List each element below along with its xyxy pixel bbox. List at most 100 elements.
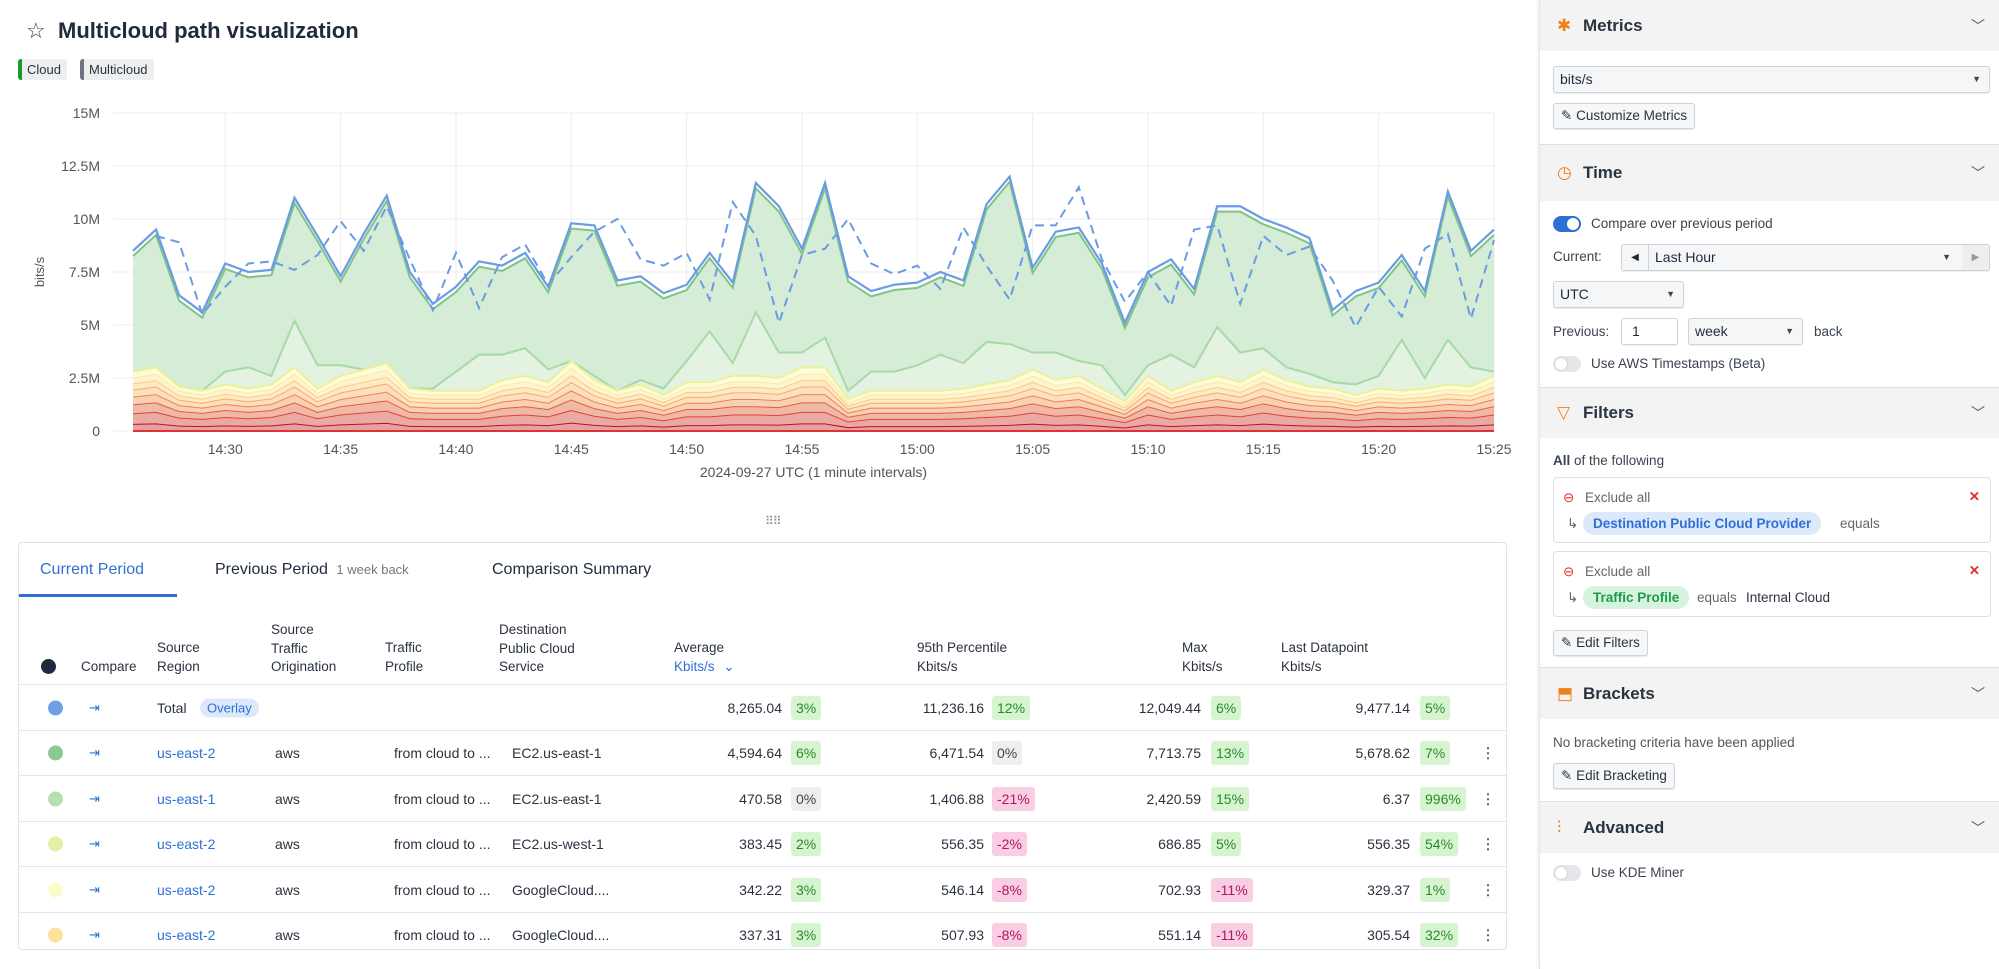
series-color-dot[interactable] (48, 882, 63, 897)
x-tick-label: 15:00 (900, 441, 935, 457)
nested-arrow-icon: ↳ (1567, 590, 1579, 605)
metric-select[interactable]: bits/s ▼ (1553, 66, 1990, 93)
overlay-pill[interactable]: Overlay (200, 698, 259, 717)
compare-icon[interactable]: ⇥ (89, 700, 100, 716)
aws-timestamps-label: Use AWS Timestamps (Beta) (1591, 356, 1766, 371)
previous-amount-input[interactable]: 1 (1621, 318, 1678, 345)
source-region-link[interactable]: us-east-2 (157, 836, 215, 852)
filter-item[interactable]: ⊖ Exclude all ✕ ↳ Destination Public Clo… (1553, 477, 1991, 543)
header-traffic-profile[interactable]: Traffic Profile (385, 639, 423, 676)
section-header-filters[interactable]: ▽ Filters ﹀ (1540, 387, 1999, 438)
header-source-traffic-origination[interactable]: Source Traffic Origination (271, 621, 336, 677)
customize-metrics-button[interactable]: ✎ Customize Metrics (1553, 103, 1696, 129)
current-range-select[interactable]: ◀ Last Hour ▼ ▶ (1621, 244, 1990, 271)
gear-icon: ✱ (1557, 15, 1572, 35)
section-header-metrics[interactable]: ✱ Metrics ﹀ (1540, 0, 1999, 51)
table-row[interactable]: ⇥ us-east-2 aws from cloud to ... GoogleC… (19, 866, 1506, 912)
series-color-dot[interactable] (48, 700, 63, 715)
aws-timestamps-toggle[interactable] (1553, 356, 1581, 372)
series-color-dot[interactable] (48, 791, 63, 806)
filter-field-pill: Destination Public Cloud Provider (1583, 512, 1822, 535)
next-range-arrow[interactable]: ▶ (1962, 245, 1989, 270)
source-region-link[interactable]: us-east-1 (157, 791, 215, 807)
table-row[interactable]: ⇥ us-east-2 aws from cloud to ... GoogleC… (19, 911, 1506, 950)
header-source-region[interactable]: Source Region (157, 639, 200, 676)
y-tick-label: 10M (73, 211, 100, 227)
row-menu-kebab-icon[interactable]: ⋮ (1481, 881, 1495, 898)
resize-handle[interactable]: ⠿⠿ (765, 514, 782, 528)
row-menu-kebab-icon[interactable]: ⋮ (1481, 927, 1495, 944)
total-label: Total (157, 699, 187, 716)
series-color-dot[interactable] (48, 836, 63, 852)
filter-field-pill: Traffic Profile (1583, 586, 1690, 609)
remove-filter-icon[interactable]: ✕ (1969, 489, 1980, 505)
source-region-link[interactable]: us-east-2 (157, 927, 215, 943)
tab-comparison-summary[interactable]: Comparison Summary (492, 561, 651, 579)
section-header-time[interactable]: ◷ Time ﹀ (1540, 144, 1999, 201)
header-destination-service[interactable]: Destination Public Cloud Service (499, 621, 575, 677)
table-row[interactable]: ⇥ us-east-2 aws from cloud to ... EC2.us-… (19, 729, 1506, 776)
kde-miner-toggle[interactable] (1553, 865, 1581, 881)
tag-multicloud[interactable]: Multicloud (80, 59, 154, 80)
header-max[interactable]: Max Kbits/s (1182, 639, 1223, 676)
avg-change-badge: 2% (791, 832, 822, 856)
tab-current-period[interactable]: Current Period (40, 561, 144, 579)
last-change-badge: 32% (1420, 923, 1459, 947)
tag-cloud[interactable]: Cloud (18, 59, 67, 80)
section-header-brackets[interactable]: ⬒ Brackets ﹀ (1540, 667, 1999, 719)
y-axis-label: bits/s (32, 256, 47, 287)
filter-item[interactable]: ⊖ Exclude all ✕ ↳ Traffic Profile equals… (1553, 551, 1991, 617)
brackets-empty-text: No bracketing criteria have been applied (1553, 735, 1795, 750)
compare-icon[interactable]: ⇥ (89, 791, 100, 807)
brackets-icon: ⬒ (1557, 683, 1574, 703)
last-value: 6.37 (1382, 790, 1410, 807)
table-row[interactable]: ⇥ us-east-2 aws from cloud to ... EC2.us-… (19, 820, 1506, 867)
p95-change-badge: 12% (992, 695, 1031, 720)
compare-icon[interactable]: ⇥ (89, 745, 100, 761)
x-tick-label: 14:55 (784, 441, 819, 457)
compare-previous-toggle[interactable] (1553, 216, 1581, 232)
tab-sublabel: 1 week back (336, 562, 409, 577)
edit-bracketing-button[interactable]: ✎ Edit Bracketing (1553, 763, 1675, 789)
compare-icon[interactable]: ⇥ (89, 882, 100, 898)
p95-value: 6,471.54 (929, 745, 985, 761)
max-change-badge: 13% (1211, 741, 1250, 765)
compare-icon[interactable]: ⇥ (89, 836, 100, 852)
previous-range-arrow[interactable]: ◀ (1622, 245, 1649, 270)
table-row[interactable]: ⇥ us-east-1 aws from cloud to ... EC2.us-… (19, 775, 1506, 821)
max-value: 702.93 (1158, 881, 1201, 898)
p95-value: 546.14 (941, 881, 984, 898)
previous-unit-select[interactable]: week ▼ (1688, 318, 1803, 345)
avg-change-badge: 3% (791, 877, 822, 902)
source-region-link[interactable]: us-east-2 (157, 745, 215, 761)
favorite-star-icon[interactable]: ☆ (26, 18, 46, 44)
edit-filters-button[interactable]: ✎ Edit Filters (1553, 630, 1648, 656)
p95-change-badge: -2% (992, 832, 1027, 856)
source-region-link[interactable]: us-east-2 (157, 882, 215, 898)
table-row-total[interactable]: ⇥ Total Overlay 8,265.04 3% 11,236.16 12% 12… (19, 684, 1506, 730)
series-color-dot[interactable] (48, 927, 63, 943)
y-tick-label: 2.5M (69, 370, 100, 386)
section-header-advanced[interactable]: ⫶ Advanced ﹀ (1540, 801, 1999, 853)
series-color-dot[interactable] (48, 745, 63, 761)
row-menu-kebab-icon[interactable]: ⋮ (1481, 790, 1495, 807)
header-average[interactable]: Average Kbits/s ⌄ (674, 639, 735, 676)
y-tick-label: 0 (92, 423, 100, 439)
tab-previous-period[interactable]: Previous Period 1 week back (215, 561, 409, 579)
chevron-down-icon: ﹀ (1971, 685, 1985, 702)
timezone-select[interactable]: UTC ▼ (1553, 281, 1684, 308)
remove-filter-icon[interactable]: ✕ (1969, 563, 1980, 579)
header-95th-percentile[interactable]: 95th Percentile Kbits/s (917, 639, 1007, 676)
max-value: 551.14 (1158, 927, 1201, 943)
traffic-profile: from cloud to ... (394, 790, 491, 807)
active-tab-indicator (19, 594, 177, 597)
current-label: Current: (1553, 249, 1602, 264)
row-menu-kebab-icon[interactable]: ⋮ (1481, 745, 1495, 762)
last-change-badge: 1% (1420, 877, 1451, 902)
destination-service: EC2.us-west-1 (512, 836, 604, 852)
last-change-badge: 996% (1420, 786, 1466, 811)
destination-service: EC2.us-east-1 (512, 790, 602, 807)
compare-icon[interactable]: ⇥ (89, 927, 100, 943)
header-last-datapoint[interactable]: Last Datapoint Kbits/s (1281, 639, 1368, 676)
row-menu-kebab-icon[interactable]: ⋮ (1481, 836, 1495, 853)
